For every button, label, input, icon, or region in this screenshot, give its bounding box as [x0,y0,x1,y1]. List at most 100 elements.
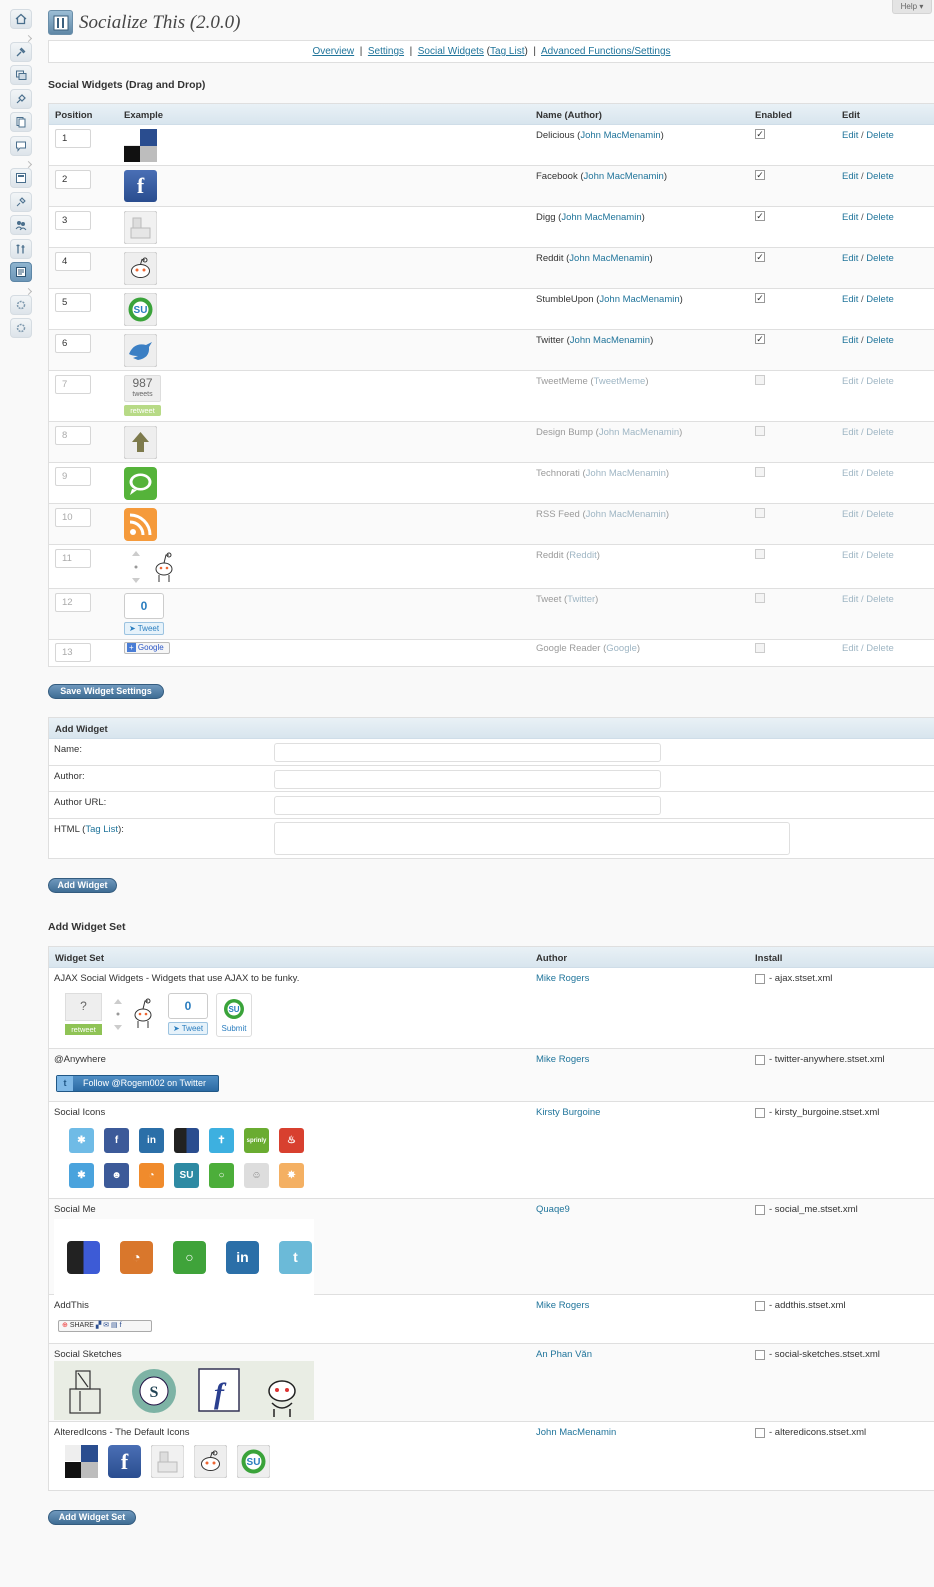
media-icon[interactable] [10,65,32,85]
widget-set-author[interactable]: An Phan Văn [536,1349,592,1360]
delete-link[interactable]: Delete [866,294,893,305]
help-tab[interactable]: Help ▾ [892,0,932,14]
nav-settings[interactable]: Settings [368,46,404,57]
author-link[interactable]: Twitter [567,594,595,605]
install-checkbox[interactable] [755,1427,765,1438]
nav-advanced[interactable]: Advanced Functions/Settings [541,46,671,57]
delete-link[interactable]: Delete [866,335,893,346]
edit-link[interactable]: Edit [842,335,858,346]
add-widget-button[interactable]: Add Widget [48,878,117,893]
edit-link[interactable]: Edit [842,550,858,561]
add-widget-set-button[interactable]: Add Widget Set [48,1510,136,1525]
author-input[interactable] [274,769,661,789]
delete-link[interactable]: Delete [866,468,893,479]
edit-link[interactable]: Edit [842,130,858,141]
links-icon[interactable] [10,88,32,109]
edit-link[interactable]: Edit [842,427,858,438]
install-checkbox[interactable] [755,973,765,984]
tools-icon[interactable] [10,238,32,259]
edit-link[interactable]: Edit [842,594,858,605]
widget-set-row[interactable]: Social Icons Kirsty Burgoine - kirsty_bu… [49,1102,934,1199]
position-input[interactable]: 12 [55,593,91,612]
author-link[interactable]: Reddit [569,550,596,561]
widget-set-author[interactable]: Mike Rogers [536,1054,589,1065]
retweet-badge[interactable]: retweet [124,405,161,416]
position-input[interactable]: 7 [55,375,91,394]
widget-set-row[interactable]: Social Me Quaqe9 - social_me.stset.xml ◔… [49,1199,934,1295]
widget-set-author[interactable]: Mike Rogers [536,973,589,984]
plugins-icon[interactable] [10,191,32,212]
enabled-checkbox[interactable]: ✓ [755,129,765,139]
widget-row[interactable]: 2 f Facebook (John MacMenamin) ✓ Edit / … [49,166,934,207]
author-link[interactable]: John MacMenamin [561,212,641,223]
author-link[interactable]: John MacMenamin [599,294,679,305]
author-link[interactable]: TweetMeme [594,376,646,387]
enabled-checkbox[interactable]: ✓ [755,170,765,180]
enabled-checkbox[interactable] [755,467,765,477]
widget-set-row[interactable]: @Anywhere Mike Rogers - twitter-anywhere… [49,1049,934,1102]
position-input[interactable]: 13 [55,643,91,662]
html-textarea[interactable] [274,821,790,855]
delete-link[interactable]: Delete [866,509,893,520]
edit-link[interactable]: Edit [842,171,858,182]
save-widget-settings-button[interactable]: Save Widget Settings [48,684,164,699]
tweet-button[interactable]: ➤ Tweet [124,622,164,635]
position-input[interactable]: 1 [55,129,91,148]
widget-row[interactable]: 8 Design Bump (John MacMenamin) Edit / D… [49,422,934,463]
delete-link[interactable]: Delete [866,550,893,561]
position-input[interactable]: 10 [55,508,91,527]
enabled-checkbox[interactable]: ✓ [755,252,765,262]
author-link[interactable]: John MacMenamin [570,335,650,346]
enabled-checkbox[interactable] [755,508,765,518]
edit-link[interactable]: Edit [842,643,858,654]
widget-row[interactable]: 11 Reddit (Reddit) Edit / Delete [49,545,934,589]
delete-link[interactable]: Delete [866,212,893,223]
dashboard-icon[interactable] [10,9,32,29]
position-input[interactable]: 2 [55,170,91,189]
author-link[interactable]: John MacMenamin [584,171,664,182]
addthis-share-button[interactable]: ⊕ SHARE ▞ ✉ ▤ f [58,1320,152,1332]
tag-list-link[interactable]: Tag List [85,824,118,835]
widget-set-author[interactable]: Mike Rogers [536,1300,589,1311]
delete-link[interactable]: Delete [866,171,893,182]
plugin-gear-icon-2[interactable] [10,318,32,338]
install-checkbox[interactable] [755,1204,765,1215]
widget-row[interactable]: 13 + Google Google Reader (Google) Edit … [49,640,934,666]
delete-link[interactable]: Delete [866,253,893,264]
edit-link[interactable]: Edit [842,468,858,479]
widget-set-author[interactable]: Quaqe9 [536,1204,570,1215]
install-checkbox[interactable] [755,1107,765,1118]
widget-set-author[interactable]: Kirsty Burgoine [536,1107,600,1118]
author-link[interactable]: Google [606,643,637,654]
delete-link[interactable]: Delete [866,376,893,387]
delete-link[interactable]: Delete [866,427,893,438]
author-link[interactable]: John MacMenamin [569,253,649,264]
edit-link[interactable]: Edit [842,509,858,520]
edit-link[interactable]: Edit [842,376,858,387]
edit-link[interactable]: Edit [842,253,858,264]
position-input[interactable]: 3 [55,211,91,230]
position-input[interactable]: 11 [55,549,91,568]
author-link[interactable]: John MacMenamin [580,130,660,141]
widget-row[interactable]: 10 RSS Feed (John MacMenamin) Edit / Del… [49,504,934,545]
author-link[interactable]: John MacMenamin [586,509,666,520]
install-checkbox[interactable] [755,1300,765,1311]
position-input[interactable]: 8 [55,426,91,445]
enabled-checkbox[interactable] [755,643,765,653]
widget-row[interactable]: 9 Technorati (John MacMenamin) Edit / De… [49,463,934,504]
widget-row[interactable]: 12 0 ➤ Tweet Tweet (Twitter) Edit / Dele… [49,589,934,640]
nav-tag-list[interactable]: Tag List [490,46,524,57]
widget-set-row[interactable]: AJAX Social Widgets - Widgets that use A… [49,968,934,1049]
pages-icon[interactable] [10,112,32,132]
widget-row[interactable]: 3 Digg (John MacMenamin) ✓ Edit / Delete [49,207,934,248]
widget-row[interactable]: 6 Twitter (John MacMenamin) ✓ Edit / Del… [49,330,934,371]
enabled-checkbox[interactable]: ✓ [755,293,765,303]
edit-link[interactable]: Edit [842,212,858,223]
position-input[interactable]: 4 [55,252,91,271]
enabled-checkbox[interactable] [755,375,765,385]
widget-set-author[interactable]: John MacMenamin [536,1427,616,1438]
author-link[interactable]: John MacMenamin [586,468,666,479]
posts-pin-icon[interactable] [10,41,32,62]
widget-row[interactable]: 4 Reddit (John MacMenamin) ✓ Edit / Dele… [49,248,934,289]
edit-link[interactable]: Edit [842,294,858,305]
